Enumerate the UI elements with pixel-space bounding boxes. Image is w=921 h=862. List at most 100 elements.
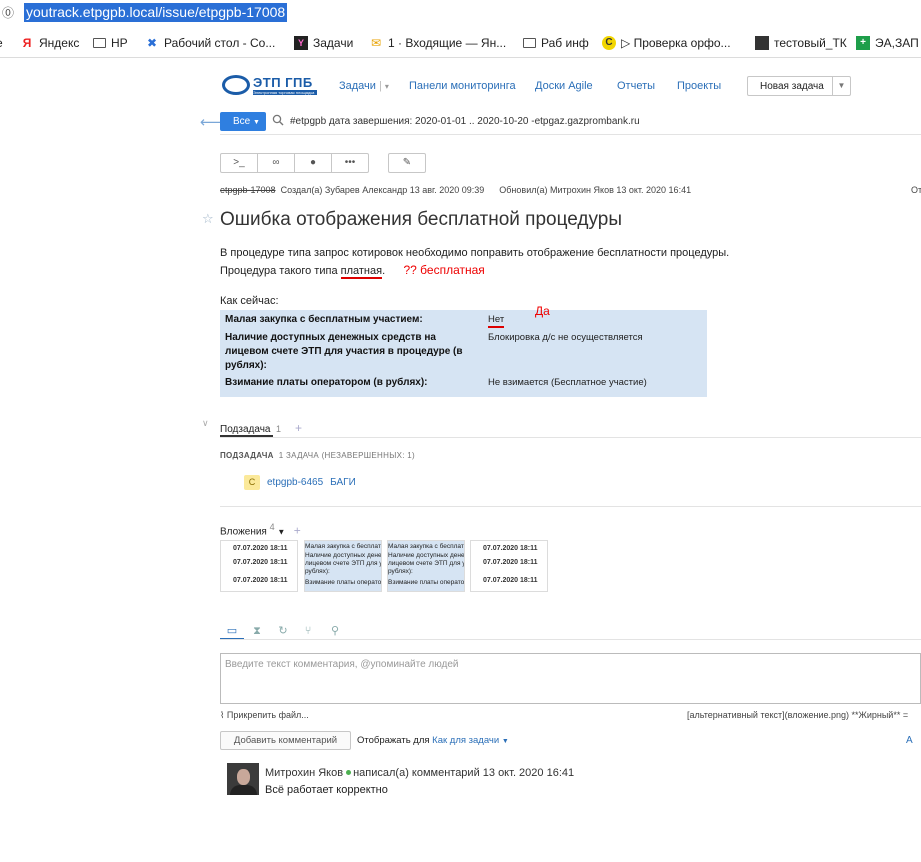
comment-meta: написал(а) комментарий 13 окт. 2020 16:4… [353, 767, 575, 779]
bookmark-tasks[interactable]: Y Задачи [294, 36, 353, 50]
markdown-hint: [альтернативный текст](вложение.png) **Ж… [687, 710, 909, 720]
folder-icon [93, 38, 106, 48]
chevron-down-icon: ▼ [253, 119, 260, 126]
attachment-thumbnail[interactable]: 07.07.2020 18:11 07.07.2020 18:11 07.07.… [220, 540, 298, 592]
comment-author[interactable]: Митрохин Яков [265, 767, 343, 779]
edit-button[interactable]: ✎ [388, 153, 426, 173]
bookmark-test-tk[interactable]: тестовый_ТК [755, 36, 847, 50]
annotation-free: ?? бесплатная [403, 263, 485, 277]
subtask-item[interactable]: C etpgpb-6465 БАГИ [244, 474, 356, 490]
hourglass-tab-icon[interactable]: ⧗ [250, 624, 264, 638]
meta-edge-text: От [911, 185, 921, 195]
issue-updated: Обновил(а) Митрохин Яков 13 окт. 2020 16… [499, 185, 692, 195]
subtask-id[interactable]: etpgpb-6465 [267, 477, 323, 488]
bookmarks-bar: е ЯЯндекс HP ✖Рабочий стол - Co... YЗада… [0, 28, 921, 58]
issue-toolbar: >_ ∞ ● ••• ✎ [220, 153, 426, 173]
attachments-title[interactable]: Вложения 4 ▼ + [220, 522, 301, 537]
subtasks-heading: ПОДЗАДАЧА 1 ЗАДАЧА (НЕЗАВЕРШЕННЫХ: 1) [220, 451, 415, 460]
nav-tasks[interactable]: Задачи | ▾ [339, 80, 389, 92]
star-icon[interactable]: ☆ [202, 211, 214, 227]
attachment-thumbnail[interactable]: Малая закупка с бесплат Наличие доступны… [387, 540, 465, 592]
logo-text: ЭТП ГПБ [253, 75, 313, 90]
issue-title: Ошибка отображения бесплатной процедуры [220, 209, 623, 230]
tab-subtasks[interactable]: Подзадача 1 + [220, 421, 302, 435]
bookmark-mail[interactable]: ✉ 1 · Входящие — Ян... [369, 36, 506, 50]
subtask-summary[interactable]: БАГИ [330, 477, 356, 488]
sheets-icon: + [856, 36, 870, 50]
bookmark-sheets[interactable]: + ЭА,ЗАП [856, 36, 919, 50]
edge-icon[interactable]: A [906, 735, 913, 746]
new-task-button[interactable]: Новая задача ▼ [747, 76, 851, 96]
chevron-down-icon[interactable]: ▼ [277, 527, 285, 536]
comment-input[interactable]: Введите текст комментария, @упоминайте л… [220, 653, 921, 704]
avatar[interactable] [227, 763, 259, 795]
bookmark-rab-inf[interactable]: Раб инф [523, 36, 589, 50]
folder-icon [523, 38, 536, 48]
logo-subtext: Электронная торговая площадка [253, 90, 317, 95]
collapse-chevron-icon[interactable]: ∨ [202, 418, 209, 429]
command-icon: >_ [233, 157, 245, 168]
bookmark-yandex[interactable]: Я Яндекс [20, 36, 80, 50]
browser-url-bar[interactable]: ⓪ youtrack.etpgpb.local/issue/etpgpb-170… [0, 0, 921, 26]
issue-meta: etpgpb-17008 Создал(а) Зубарев Александр… [220, 185, 691, 195]
info-table: Малая закупка с бесплатным участием: Нет… [220, 310, 707, 397]
chevron-down-icon[interactable]: ▼ [502, 738, 509, 745]
tabs-divider [220, 437, 921, 438]
yandex-icon: Я [22, 36, 32, 50]
nav-projects[interactable]: Проекты [677, 80, 721, 92]
vcs-tab-icon[interactable]: ⑂ [301, 624, 315, 638]
user-icon: ● [309, 157, 317, 168]
more-button[interactable]: ••• [331, 153, 369, 173]
bookmark-speller[interactable]: C ▷ Проверка орфо... [602, 36, 731, 50]
logo-oval-icon [222, 75, 250, 95]
link-button[interactable]: ∞ [257, 153, 295, 173]
nav-agile-boards[interactable]: Доски Agile [535, 80, 593, 92]
comment-tabs-divider [220, 639, 921, 640]
issue-id[interactable]: etpgpb-17008 [220, 185, 276, 195]
assign-button[interactable]: ● [294, 153, 332, 173]
history-tab-icon[interactable]: ↻ [276, 624, 290, 638]
issue-description: В процедуре типа запрос котировок необхо… [220, 245, 729, 280]
description-line-2: Процедура такого типа платная. ?? беспла… [220, 263, 485, 279]
comments-tab-icon[interactable]: ▭ [225, 624, 239, 638]
add-comment-button[interactable]: Добавить комментарий [220, 731, 351, 750]
bookmark-partial-e[interactable]: е [0, 36, 3, 50]
search-divider [220, 134, 921, 135]
section-divider [220, 506, 921, 507]
description-line-1: В процедуре типа запрос котировок необхо… [220, 247, 730, 259]
bookmark-confluence[interactable]: ✖ Рабочий стол - Co... [145, 36, 275, 50]
stamp-tab-icon[interactable]: ⚲ [328, 624, 342, 638]
annotation-yes: Да [535, 304, 550, 318]
priority-badge: C [244, 474, 260, 490]
bookmark-hp[interactable]: HP [93, 36, 128, 50]
search-query-input[interactable]: #etpgpb дата завершения: 2020-01-01 .. 2… [290, 116, 640, 127]
etp-logo[interactable]: ЭТП ГПБ Электронная торговая площадка [222, 75, 318, 97]
url-text[interactable]: youtrack.etpgpb.local/issue/etpgpb-17008 [24, 3, 288, 22]
mail-icon: ✉ [370, 36, 382, 50]
issue-created: Создал(а) Зубарев Александр 13 авг. 2020… [280, 185, 485, 195]
search-scope-button[interactable]: Все ▼ [220, 112, 266, 131]
comment-text: Всё работает корректно [265, 784, 388, 796]
search-icon [272, 114, 284, 126]
add-attachment-icon[interactable]: + [294, 523, 301, 537]
command-button[interactable]: >_ [220, 153, 258, 173]
nav-dashboards[interactable]: Панели мониторинга [409, 80, 516, 92]
nav-reports[interactable]: Отчеты [617, 80, 655, 92]
tk-icon [755, 36, 769, 50]
pencil-icon: ✎ [402, 157, 412, 168]
now-label: Как сейчас: [220, 295, 279, 307]
visibility-selector[interactable]: Отображать для Как для задачи ▼ [357, 735, 509, 746]
paid-word: платная [340, 265, 383, 279]
comment-header: Митрохин Яков написал(а) комментарий 13 о… [265, 767, 574, 779]
back-arrow-icon[interactable]: ⟵ [200, 113, 222, 131]
page-info-icon[interactable]: ⓪ [2, 4, 16, 20]
attachment-thumbnail[interactable]: 07.07.2020 18:11 07.07.2020 18:11 07.07.… [470, 540, 548, 592]
attachment-thumbnail[interactable]: Малая закупка с бесплат Наличие доступны… [304, 540, 382, 592]
nav-tasks-dropdown-icon[interactable]: ▾ [385, 82, 389, 91]
add-subtask-icon[interactable]: + [295, 421, 302, 435]
speller-icon: C [602, 36, 616, 50]
chevron-down-icon[interactable]: ▼ [832, 77, 850, 95]
youtrack-icon: Y [294, 36, 308, 50]
value-no: Нет [488, 314, 505, 328]
attach-file-link[interactable]: ⌇ Прикрепить файл... [220, 710, 309, 721]
